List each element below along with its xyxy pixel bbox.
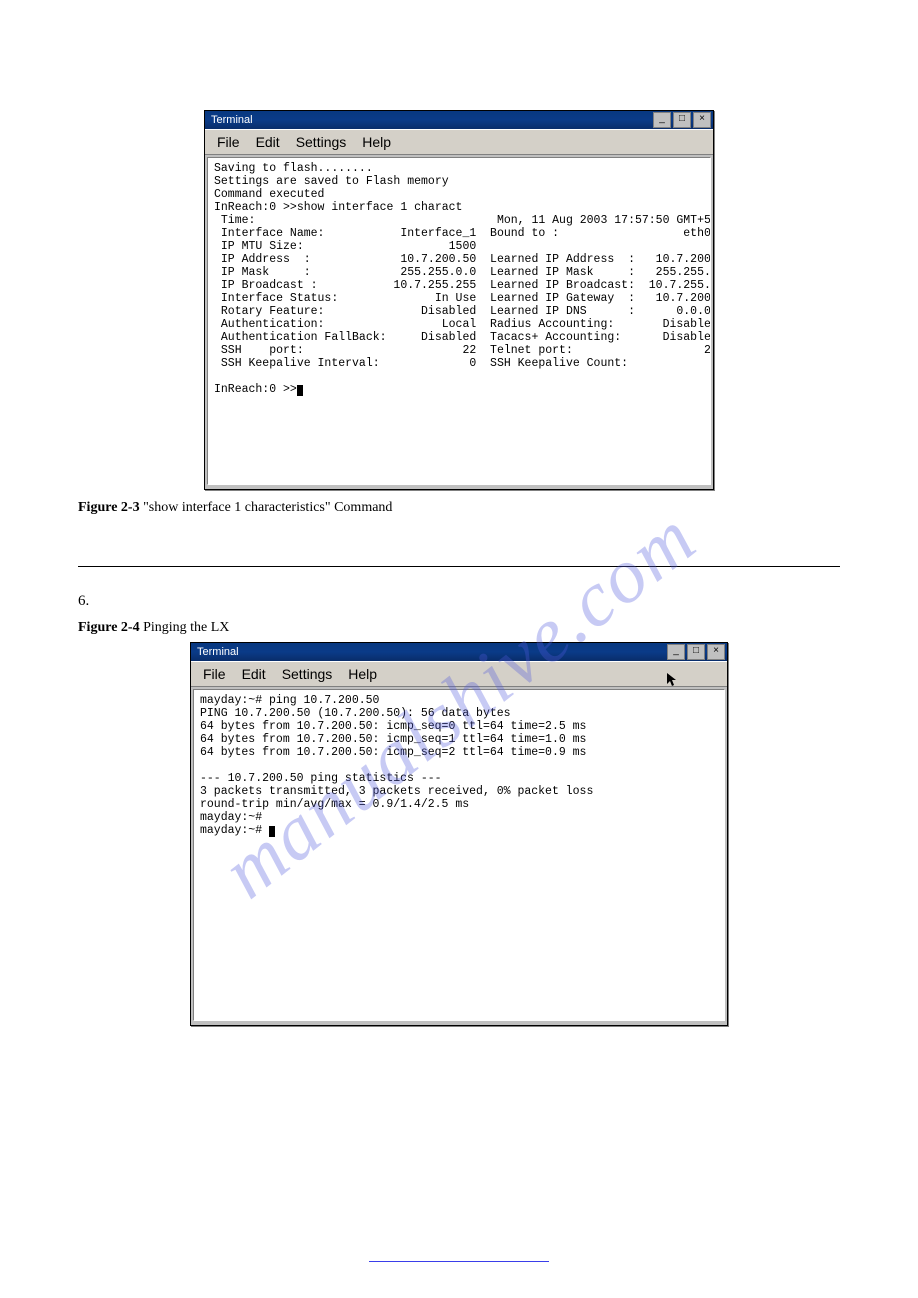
terminal-output[interactable]: Saving to flash........ Settings are sav… — [207, 157, 711, 485]
menu-edit[interactable]: Edit — [242, 666, 266, 682]
step-number: 6. — [78, 593, 840, 610]
figure-text: "show interface 1 characteristics" Comma… — [143, 500, 392, 515]
figure-text: Pinging the LX — [143, 620, 229, 635]
window-title: Terminal — [193, 646, 239, 658]
window-title: Terminal — [207, 114, 253, 126]
maximize-button[interactable]: □ — [673, 112, 691, 128]
figure-caption-2: Figure 2-4 Pinging the LX — [78, 620, 840, 636]
terminal-text: mayday:~# ping 10.7.200.50 PING 10.7.200… — [200, 694, 593, 837]
figure-caption-1: Figure 2-3 "show interface 1 characteris… — [78, 500, 840, 516]
titlebar-buttons: _ □ × — [653, 112, 711, 128]
titlebar-buttons: _ □ × — [667, 644, 725, 660]
menu-settings[interactable]: Settings — [296, 134, 347, 150]
terminal-text: Saving to flash........ Settings are sav… — [214, 162, 711, 396]
menu-help[interactable]: Help — [348, 666, 377, 682]
titlebar[interactable]: Terminal _ □ × — [205, 111, 713, 129]
cursor-icon — [269, 826, 275, 837]
menubar: File Edit Settings Help — [205, 129, 713, 155]
minimize-button[interactable]: _ — [653, 112, 671, 128]
terminal-output[interactable]: mayday:~# ping 10.7.200.50 PING 10.7.200… — [193, 689, 725, 1021]
titlebar[interactable]: Terminal _ □ × — [191, 643, 727, 661]
menu-file[interactable]: File — [203, 666, 226, 682]
menu-help[interactable]: Help — [362, 134, 391, 150]
mouse-pointer-icon — [667, 673, 677, 687]
minimize-button[interactable]: _ — [667, 644, 685, 660]
menu-settings[interactable]: Settings — [282, 666, 333, 682]
maximize-button[interactable]: □ — [687, 644, 705, 660]
terminal-window-1: Terminal _ □ × File Edit Settings Help S… — [204, 110, 714, 490]
menu-file[interactable]: File — [217, 134, 240, 150]
terminal-window-2: Terminal _ □ × File Edit Settings Help m… — [190, 642, 728, 1026]
figure-label: Figure 2-3 — [78, 500, 143, 515]
close-button[interactable]: × — [693, 112, 711, 128]
menubar: File Edit Settings Help — [191, 661, 727, 687]
close-button[interactable]: × — [707, 644, 725, 660]
footer-rule — [369, 1261, 549, 1262]
menu-edit[interactable]: Edit — [256, 134, 280, 150]
section-divider — [78, 566, 840, 567]
figure-label: Figure 2-4 — [78, 620, 143, 635]
cursor-icon — [297, 385, 303, 396]
